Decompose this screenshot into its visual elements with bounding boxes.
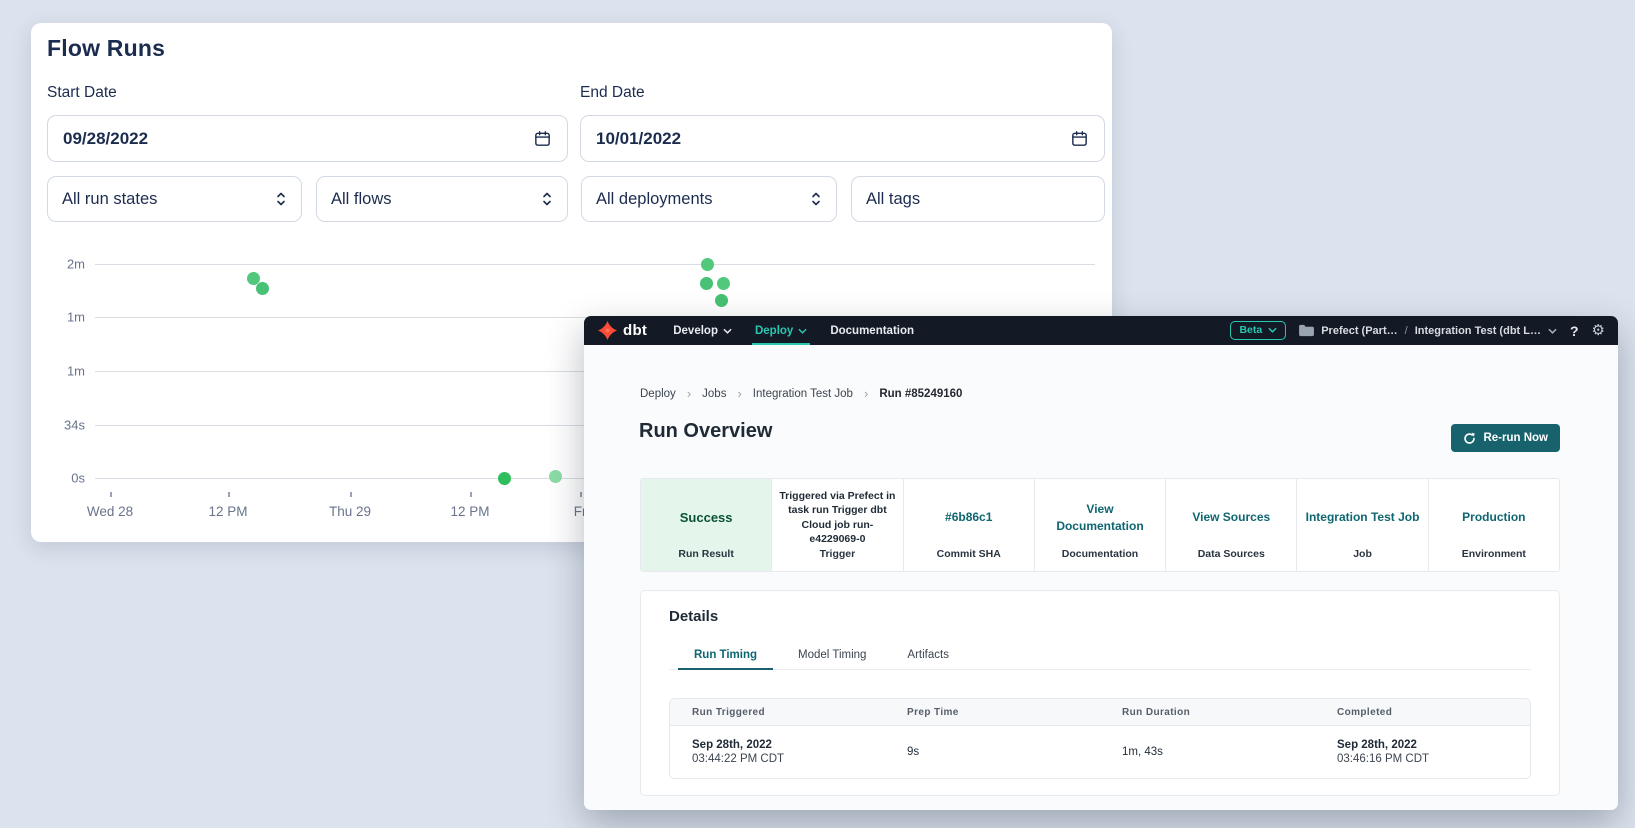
breadcrumb-deploy[interactable]: Deploy [640, 388, 676, 400]
details-card: Details Run Timing Model Timing Artifact… [640, 590, 1560, 796]
run-triggered-cell: Sep 28th, 2022 03:44:22 PM CDT [670, 739, 885, 765]
view-sources-link[interactable]: View Sources [1166, 479, 1296, 548]
flow-run-point[interactable] [715, 294, 728, 307]
job-link[interactable]: Integration Test Job [1297, 479, 1427, 548]
card-run-result: Success Run Result [641, 479, 772, 571]
run-states-select[interactable]: All run states [47, 176, 302, 222]
end-date-label: End Date [580, 84, 645, 102]
details-tabs: Run Timing Model Timing Artifacts [669, 640, 1531, 670]
nav-item-deploy[interactable]: Deploy [755, 316, 807, 345]
tab-model-timing[interactable]: Model Timing [782, 640, 882, 669]
run-timing-table: Run Triggered Prep Time Run Duration Com… [669, 698, 1531, 779]
dbt-logo-icon [597, 320, 618, 341]
dbt-logo[interactable]: dbt [597, 320, 647, 341]
start-date-input[interactable]: 09/28/2022 [47, 115, 568, 162]
calendar-icon [533, 129, 552, 148]
flow-run-point[interactable] [256, 282, 269, 295]
updown-chevron-icon [541, 191, 553, 207]
calendar-icon [1070, 129, 1089, 148]
card-documentation: View Documentation Documentation [1035, 479, 1166, 571]
nav-item-develop[interactable]: Develop [673, 316, 732, 345]
run-status-cards: Success Run Result Triggered via Prefect… [640, 478, 1560, 572]
details-title: Details [669, 608, 718, 625]
flows-value: All flows [331, 190, 392, 209]
start-date-value: 09/28/2022 [63, 129, 148, 149]
breadcrumb: Deploy › Jobs › Integration Test Job › R… [640, 386, 962, 401]
flow-run-point[interactable] [700, 277, 713, 290]
dbt-logo-text: dbt [623, 322, 647, 339]
flow-run-point[interactable] [549, 470, 562, 483]
flows-select[interactable]: All flows [316, 176, 568, 222]
card-environment: Production Environment [1429, 479, 1559, 571]
refresh-icon [1463, 432, 1476, 445]
breadcrumb-separator: › [737, 386, 741, 401]
tags-input[interactable]: All tags [851, 176, 1105, 222]
end-date-input[interactable]: 10/01/2022 [580, 115, 1105, 162]
table-header-row: Run Triggered Prep Time Run Duration Com… [670, 699, 1530, 726]
run-result-value: Success [641, 479, 771, 548]
end-date-value: 10/01/2022 [596, 129, 681, 149]
page-title: Flow Runs [47, 35, 165, 62]
help-icon[interactable]: ? [1570, 323, 1579, 339]
deployments-value: All deployments [596, 190, 712, 209]
run-duration-cell: 1m, 43s [1100, 746, 1315, 758]
gear-icon[interactable]: ⚙ [1592, 323, 1605, 338]
card-trigger: Triggered via Prefect in task run Trigge… [772, 479, 903, 571]
view-documentation-link[interactable]: View Documentation [1035, 479, 1165, 548]
chevron-down-icon [1268, 327, 1277, 333]
table-row: Sep 28th, 2022 03:44:22 PM CDT 9s 1m, 43… [670, 726, 1530, 778]
dbt-body: Deploy › Jobs › Integration Test Job › R… [584, 345, 1618, 810]
rerun-now-button[interactable]: Re-run Now [1451, 424, 1560, 452]
completed-cell: Sep 28th, 2022 03:46:16 PM CDT [1315, 739, 1530, 765]
tags-value: All tags [866, 190, 920, 209]
desktop-canvas: Flow Runs Start Date End Date 09/28/2022… [0, 0, 1635, 828]
start-date-label: Start Date [47, 84, 117, 102]
flow-run-point[interactable] [717, 277, 730, 290]
run-states-value: All run states [62, 190, 157, 209]
nav-item-documentation[interactable]: Documentation [830, 316, 914, 345]
run-overview-title: Run Overview [639, 420, 772, 443]
path-separator: / [1405, 325, 1408, 337]
card-commit-sha: #6b86c1 Commit SHA [904, 479, 1035, 571]
chevron-down-icon [723, 328, 732, 334]
updown-chevron-icon [810, 191, 822, 207]
prep-time-cell: 9s [885, 746, 1100, 758]
flow-run-point[interactable] [498, 472, 511, 485]
folder-icon [1299, 324, 1314, 337]
project-picker[interactable]: Prefect (Part… / Integration Test (dbt L… [1299, 324, 1557, 337]
flow-run-point[interactable] [701, 258, 714, 271]
breadcrumb-jobs[interactable]: Jobs [702, 388, 726, 400]
beta-badge[interactable]: Beta [1230, 321, 1286, 340]
breadcrumb-job-name[interactable]: Integration Test Job [753, 388, 853, 400]
tab-artifacts[interactable]: Artifacts [891, 640, 965, 669]
updown-chevron-icon [275, 191, 287, 207]
breadcrumb-run-id: Run #85249160 [879, 388, 962, 400]
environment-link[interactable]: Production [1429, 479, 1559, 548]
deployments-select[interactable]: All deployments [581, 176, 837, 222]
tab-run-timing[interactable]: Run Timing [678, 640, 773, 669]
card-data-sources: View Sources Data Sources [1166, 479, 1297, 571]
breadcrumb-separator: › [687, 386, 691, 401]
breadcrumb-separator: › [864, 386, 868, 401]
chevron-down-icon [1548, 328, 1557, 334]
card-job: Integration Test Job Job [1297, 479, 1428, 571]
dbt-cloud-window: dbt Develop Deploy Documentation Beta [584, 316, 1618, 810]
chevron-down-icon [798, 328, 807, 334]
commit-sha-link[interactable]: #6b86c1 [904, 479, 1034, 548]
dbt-top-nav: dbt Develop Deploy Documentation Beta [584, 316, 1618, 345]
trigger-value: Triggered via Prefect in task run Trigge… [772, 479, 902, 548]
